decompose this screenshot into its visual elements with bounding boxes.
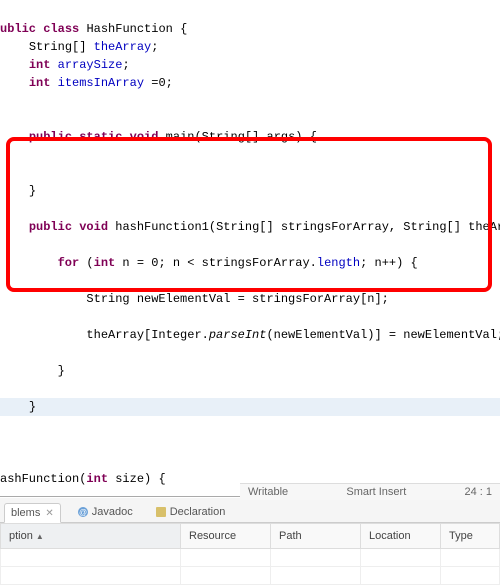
- sort-asc-icon: ▲: [36, 532, 44, 541]
- line-blank: [0, 112, 7, 126]
- tab-label: Javadoc: [92, 506, 133, 518]
- line-constructor: ashFunction(int size) {: [0, 472, 166, 486]
- javadoc-icon: @: [77, 506, 89, 518]
- col-description[interactable]: ption▲: [1, 524, 181, 549]
- line-close-main: }: [0, 184, 36, 198]
- col-path[interactable]: Path: [271, 524, 361, 549]
- line-hashfunction1: public void hashFunction1(String[] strin…: [0, 220, 500, 234]
- line-field-thearray: String[] theArray;: [0, 40, 158, 54]
- tab-javadoc[interactable]: @ Javadoc: [71, 503, 139, 521]
- declaration-icon: [155, 506, 167, 518]
- line-blank: [0, 238, 7, 252]
- line-blank: [0, 148, 7, 162]
- status-bar: Writable Smart Insert 24 : 1: [240, 483, 500, 500]
- status-insert-mode: Smart Insert: [346, 486, 406, 498]
- line-newelementval: String newElementVal = stringsForArray[n…: [0, 292, 389, 306]
- problems-table[interactable]: ption▲ Resource Path Location Type: [0, 523, 500, 585]
- line-main: public static void main(String[] args) {: [0, 130, 317, 144]
- line-blank: [0, 310, 7, 324]
- tab-label: Declaration: [170, 506, 226, 518]
- line-close-for: }: [0, 364, 65, 378]
- status-writable: Writable: [248, 486, 288, 498]
- status-cursor-pos: 24 : 1: [464, 486, 492, 498]
- line-blank: [0, 94, 7, 108]
- line-field-itemsinarray: int itemsInArray =0;: [0, 76, 173, 90]
- col-resource[interactable]: Resource: [181, 524, 271, 549]
- line-blank: [0, 202, 7, 216]
- line-blank: [0, 436, 7, 450]
- close-icon[interactable]: ✕: [45, 508, 53, 519]
- col-type[interactable]: Type: [441, 524, 500, 549]
- code-editor[interactable]: ublic class HashFunction { String[] theA…: [0, 0, 500, 488]
- bottom-tabs: blems ✕ @ Javadoc Declaration: [0, 498, 500, 523]
- svg-text:@: @: [79, 508, 87, 517]
- line-for: for (int n = 0; n < stringsForArray.leng…: [0, 256, 418, 270]
- tab-declaration[interactable]: Declaration: [149, 503, 232, 521]
- line-blank: [0, 274, 7, 288]
- tab-problems[interactable]: blems ✕: [4, 503, 61, 523]
- table-row[interactable]: [1, 549, 500, 567]
- line-class-decl: ublic class HashFunction {: [0, 22, 187, 36]
- table-row[interactable]: [1, 567, 500, 585]
- col-location[interactable]: Location: [361, 524, 441, 549]
- line-blank: [0, 382, 7, 396]
- line-assign: theArray[Integer.parseInt(newElementVal)…: [0, 328, 500, 342]
- line-field-arraysize: int arraySize;: [0, 58, 130, 72]
- line-blank: [0, 454, 7, 468]
- line-blank: [0, 166, 7, 180]
- table-header-row: ption▲ Resource Path Location Type: [1, 524, 500, 549]
- tab-label: blems: [11, 507, 40, 519]
- line-blank: [0, 346, 7, 360]
- line-close-hf1: }: [0, 398, 500, 416]
